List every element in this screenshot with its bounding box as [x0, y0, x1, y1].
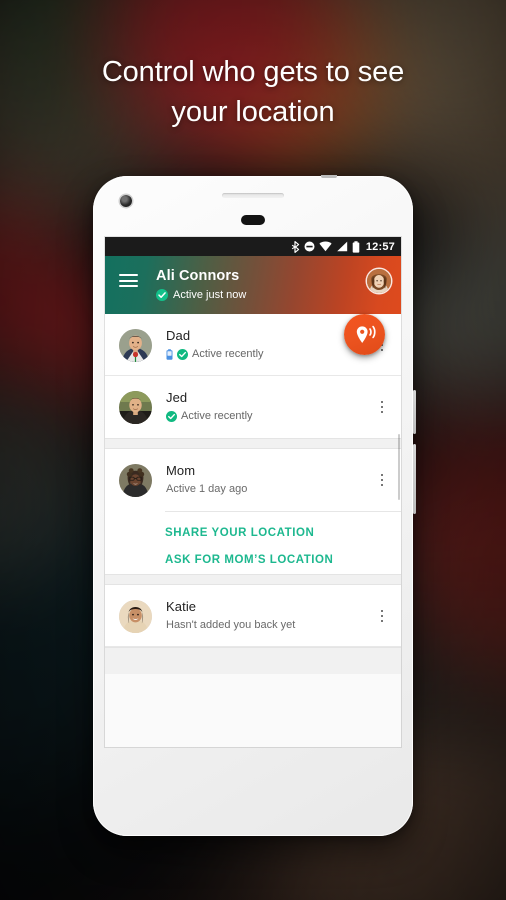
overflow-menu-icon[interactable] [373, 390, 391, 424]
check-circle-icon [156, 289, 168, 301]
contact-name: Dad [166, 328, 191, 343]
avatar-mom-image [119, 463, 152, 497]
share-your-location-button[interactable]: SHARE YOUR LOCATION [105, 512, 401, 539]
contact-group-pending: Katie Hasn't added you back yet [105, 585, 401, 647]
ask-for-location-button[interactable]: ASK FOR MOM’S LOCATION [105, 539, 401, 566]
contact-name: Mom [166, 463, 196, 478]
list-section-divider [105, 574, 401, 585]
bluetooth-icon [291, 240, 300, 253]
contact-status: Active 1 day ago [166, 481, 373, 497]
list-item[interactable]: Katie Hasn't added you back yet [105, 585, 401, 647]
promo-screenshot: Control who gets to see your location 12… [0, 0, 506, 900]
contact-status-text: Active recently [181, 410, 253, 422]
proximity-sensor [241, 215, 265, 225]
avatar [119, 328, 152, 362]
contact-name: Katie [166, 599, 197, 614]
avatar [119, 463, 152, 497]
contact-card-expanded: Mom Active 1 day ago SHARE YOUR LOCATION… [105, 449, 401, 574]
user-avatar-image [367, 269, 391, 293]
avatar[interactable] [367, 269, 391, 293]
headline-line-1: Control who gets to see [101, 56, 405, 88]
cell-signal-icon [337, 241, 348, 252]
power-button[interactable] [413, 390, 416, 434]
list-item-text: Katie Hasn't added you back yet [152, 599, 373, 633]
headline-line-2: your location [171, 96, 335, 128]
hamburger-menu-icon[interactable] [119, 274, 138, 287]
overflow-menu-icon[interactable] [373, 463, 391, 497]
wifi-icon [319, 241, 332, 252]
app-bar-status-text: Active just now [173, 289, 247, 301]
battery-icon [166, 348, 173, 360]
list-item-text: Dad Active recently [152, 328, 373, 362]
list-item[interactable]: Jed Active recently [105, 376, 401, 438]
contact-list[interactable]: Dad Active recently Jed Active recently … [105, 314, 401, 747]
earpiece-speaker [222, 193, 284, 198]
avatar-dad-image [119, 328, 152, 362]
status-bar-clock: 12:57 [365, 240, 395, 253]
app-bar: Ali Connors Active just now [105, 256, 401, 355]
status-bar: 12:57 [105, 237, 401, 256]
check-circle-icon [177, 348, 188, 360]
list-item-text: Mom Active 1 day ago [152, 463, 373, 497]
page-title: Control who gets to see your location [0, 52, 506, 132]
contact-name: Jed [166, 390, 188, 405]
front-camera-icon [120, 195, 132, 207]
location-broadcast-icon [356, 325, 376, 343]
phone-device-frame: 12:57 Ali Connors Active just now Dad Ac… [91, 174, 416, 838]
contact-status: Active recently [166, 346, 373, 362]
phone-screen: 12:57 Ali Connors Active just now Dad Ac… [105, 237, 401, 747]
contact-status-text: Active 1 day ago [166, 483, 248, 495]
list-bottom-spacer [105, 647, 401, 674]
contact-status: Active recently [166, 408, 373, 424]
card-action-area: SHARE YOUR LOCATION ASK FOR MOM’S LOCATI… [105, 512, 401, 574]
battery-icon [352, 240, 360, 253]
contact-status-text: Hasn't added you back yet [166, 619, 296, 631]
volume-button[interactable] [413, 444, 416, 514]
check-circle-icon [166, 410, 177, 422]
scrollbar[interactable] [397, 434, 400, 500]
share-location-fab[interactable] [344, 314, 385, 355]
avatar-jed-image [119, 390, 152, 424]
list-item[interactable]: Mom Active 1 day ago [105, 449, 401, 511]
list-item-text: Jed Active recently [152, 390, 373, 424]
contact-status: Hasn't added you back yet [166, 617, 373, 633]
avatar [119, 599, 152, 633]
avatar-katie-image [119, 599, 152, 633]
list-section-divider [105, 438, 401, 449]
contact-status-text: Active recently [192, 348, 264, 360]
overflow-menu-icon[interactable] [373, 599, 391, 633]
avatar [119, 390, 152, 424]
app-bar-title: Ali Connors [156, 268, 240, 284]
antenna-band [321, 175, 337, 178]
app-bar-status: Active just now [156, 289, 246, 301]
do-not-disturb-icon [304, 241, 315, 252]
